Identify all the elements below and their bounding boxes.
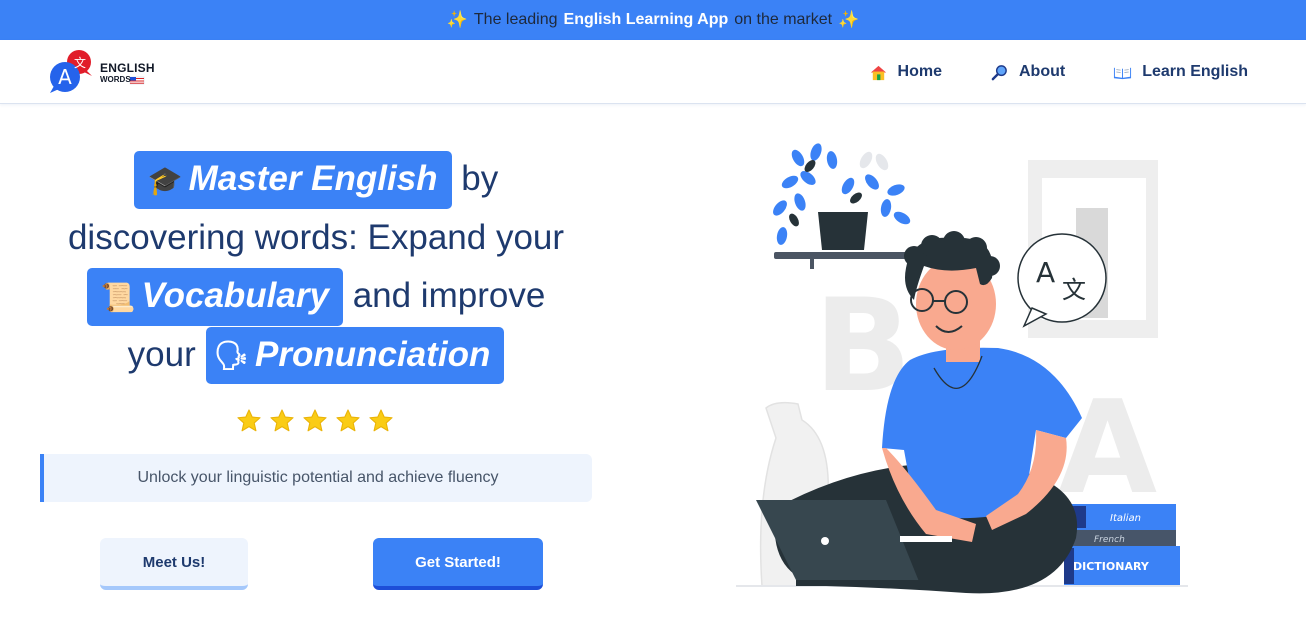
nav-home-label: Home	[897, 63, 942, 80]
highlight-master-english-text: Master English	[188, 159, 438, 198]
bubble-cjk: 文	[1062, 276, 1086, 304]
magnifier-icon	[991, 64, 1007, 80]
hero-text-your: your	[127, 334, 196, 374]
hero-text-and-improve: and improve	[352, 275, 546, 315]
sparkles-icon: ✨	[838, 10, 860, 29]
highlight-vocabulary-text: Vocabulary	[141, 275, 329, 315]
meet-us-button[interactable]: Meet Us!	[100, 538, 248, 590]
navbar: A 文 ENGLISH WORDS Home About Learn Engli…	[0, 40, 1306, 104]
sparkles-icon: ✨	[446, 10, 468, 29]
house-icon	[870, 65, 886, 80]
nav-about-label: About	[1019, 63, 1066, 80]
plant-pot	[818, 212, 868, 250]
svg-text:French: French	[1094, 535, 1125, 545]
shelf	[774, 252, 914, 259]
logo-title: ENGLISH	[100, 61, 155, 75]
star-icon	[303, 409, 327, 432]
subtitle-callout: Unlock your linguistic potential and ach…	[40, 454, 592, 502]
notebook	[900, 536, 952, 542]
subtitle-text: Unlock your linguistic potential and ach…	[137, 469, 499, 486]
svg-text:DICTIONARY: DICTIONARY	[1073, 560, 1150, 573]
svg-text:A: A	[58, 65, 72, 89]
svg-text:Italian: Italian	[1110, 513, 1141, 524]
hero-line-3: 📜 Vocabulary and improve	[40, 267, 592, 326]
star-icon	[336, 409, 360, 432]
nav-links: Home About Learn English	[869, 40, 1248, 104]
hero-line-4: your 🗣 Pronunciation	[40, 326, 592, 385]
hero-heading: 🎓 Master English by discovering words: Ex…	[40, 150, 592, 385]
hero-text-by: by	[461, 159, 499, 198]
hero-line-1: 🎓 Master English by	[40, 150, 592, 209]
nav-home[interactable]: Home	[869, 63, 942, 82]
hero-line-2: discovering words: Expand your	[67, 217, 565, 257]
banner-highlight: English Learning App	[563, 11, 729, 28]
banner-suffix: on the market	[734, 11, 833, 28]
highlight-pronunciation: 🗣 Pronunciation	[205, 326, 505, 385]
svg-text:文: 文	[74, 55, 86, 70]
hero-illustration: B A A 文 Italian French DICTIONARY	[736, 143, 1188, 594]
get-started-button[interactable]: Get Started!	[373, 538, 543, 590]
nav-learn-english[interactable]: Learn English	[1113, 63, 1248, 82]
graduation-cap-icon: 🎓	[147, 164, 183, 196]
star-icon	[369, 409, 393, 432]
bubble-a: A	[1036, 256, 1055, 289]
star-icon	[237, 409, 261, 432]
promo-banner: ✨ The leading English Learning App on th…	[0, 0, 1306, 40]
logo-subtitle: WORDS	[100, 75, 131, 84]
highlight-master-english: 🎓 Master English	[133, 151, 452, 209]
open-book-icon	[1114, 66, 1132, 79]
speaking-head-icon: 🗣	[213, 340, 250, 372]
highlight-pronunciation-text: Pronunciation	[255, 334, 491, 374]
highlight-vocabulary: 📜 Vocabulary	[86, 267, 343, 326]
scroll-icon: 📜	[100, 281, 136, 313]
letter-a: A	[1058, 374, 1157, 523]
banner-prefix: The leading	[473, 11, 558, 28]
nav-about[interactable]: About	[990, 63, 1065, 82]
nav-learn-english-label: Learn English	[1142, 63, 1248, 80]
logo[interactable]: A 文 ENGLISH WORDS	[48, 50, 158, 94]
rating-stars	[236, 408, 394, 434]
star-icon	[270, 409, 294, 432]
